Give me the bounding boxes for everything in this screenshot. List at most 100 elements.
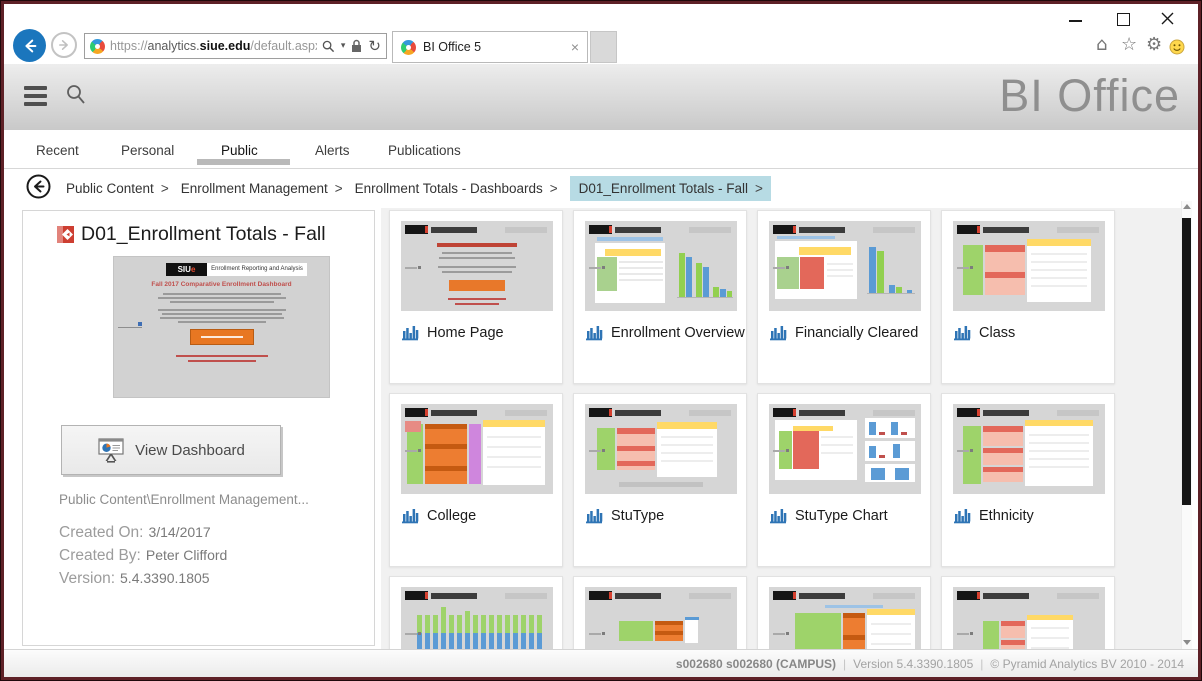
version-label: Version:	[59, 570, 115, 588]
bar-chart-icon	[586, 508, 603, 524]
breadcrumb-separator: >	[161, 181, 169, 196]
search-dropdown-caret-icon[interactable]: ▾	[341, 42, 346, 51]
window-maximize-icon[interactable]	[1117, 13, 1130, 26]
search-icon[interactable]	[322, 40, 335, 53]
created-by-row: Created By:Peter Clifford	[59, 547, 227, 565]
created-on-value: 3/14/2017	[148, 524, 210, 540]
dashboard-title: D01_Enrollment Totals - Fall	[81, 223, 326, 246]
bar-chart-icon	[954, 325, 971, 341]
scrollbar-down-arrow[interactable]	[1183, 640, 1191, 645]
site-favicon	[90, 39, 105, 54]
tile-financially-cleared[interactable]: Financially Cleared	[757, 210, 931, 384]
bar-chart-icon	[402, 325, 419, 341]
menu-hamburger-icon[interactable]	[24, 86, 47, 106]
tile-ethnicity[interactable]: Ethnicity	[941, 393, 1115, 567]
tile-thumbnail	[769, 221, 921, 311]
tile-thumbnail	[953, 587, 1105, 649]
tile-thumbnail	[401, 404, 553, 494]
content-area: D01_Enrollment Totals - Fall SIUe Enroll…	[4, 208, 1198, 649]
dashboard-tile-grid: Home Page Enrollment Overview Financiall…	[389, 210, 1115, 649]
status-bar: s002680 s002680 (CAMPUS) | Version 5.4.3…	[4, 649, 1198, 677]
bar-chart-icon	[402, 508, 419, 524]
preview-text-line	[170, 301, 274, 303]
tab-public[interactable]: Public	[221, 143, 258, 158]
status-copyright: © Pyramid Analytics BV 2010 - 2014	[990, 657, 1184, 671]
tile-row3-2[interactable]	[573, 576, 747, 649]
preview-orange-button	[190, 329, 254, 345]
tile-college[interactable]: College	[389, 393, 563, 567]
tile-thumbnail	[953, 404, 1105, 494]
home-icon[interactable]: ⌂	[1096, 36, 1107, 54]
settings-gear-icon[interactable]: ⚙	[1146, 36, 1162, 54]
created-by-value: Peter Clifford	[146, 547, 227, 563]
tab-favicon	[401, 40, 416, 55]
tab-alerts[interactable]: Alerts	[315, 143, 350, 158]
preview-text-line	[158, 297, 286, 299]
dashboard-preview-thumbnail[interactable]: SIUe Enrollment Reporting and Analysis F…	[113, 256, 330, 398]
tile-thumbnail	[585, 221, 737, 311]
window-minimize-icon[interactable]	[1069, 20, 1082, 22]
tile-thumbnail	[401, 587, 553, 649]
browser-forward-button[interactable]	[51, 32, 77, 58]
bar-chart-icon	[770, 325, 787, 341]
scrollbar-up-arrow[interactable]	[1183, 204, 1191, 209]
preview-footer-line	[188, 360, 256, 362]
siue-logo: SIUe	[166, 263, 207, 276]
browser-back-button[interactable]	[13, 29, 46, 62]
tile-label: College	[427, 508, 476, 524]
tile-thumbnail	[953, 221, 1105, 311]
tile-home-page[interactable]: Home Page	[389, 210, 563, 384]
scrollbar-thumb[interactable]	[1182, 218, 1191, 505]
tab-close-icon[interactable]: ×	[571, 39, 579, 55]
tile-stutype-chart[interactable]: StuType Chart	[757, 393, 931, 567]
tile-class[interactable]: Class	[941, 210, 1115, 384]
forward-arrow-icon	[57, 38, 71, 52]
breadcrumb-item-public-content[interactable]: Public Content	[66, 181, 154, 196]
preview-headline: Fall 2017 Comparative Enrollment Dashboa…	[114, 281, 329, 288]
tile-row3-3[interactable]	[757, 576, 931, 649]
favorites-star-icon[interactable]: ☆	[1121, 36, 1137, 54]
tab-personal[interactable]: Personal	[121, 143, 174, 158]
tile-row3-4[interactable]	[941, 576, 1115, 649]
version-row: Version: 5.4.3390.1805	[59, 570, 210, 588]
active-tab-indicator	[197, 159, 290, 165]
tile-label: Class	[979, 325, 1015, 341]
feedback-smiley-icon[interactable]	[1169, 39, 1185, 55]
address-bar[interactable]: https://analytics.siue.edu/default.aspx …	[84, 33, 387, 59]
status-separator: |	[980, 657, 983, 671]
breadcrumb-item-enrollment-management[interactable]: Enrollment Management	[181, 181, 328, 196]
view-dashboard-button[interactable]: View Dashboard	[61, 425, 281, 475]
tile-thumbnail	[585, 404, 737, 494]
tile-row3-1[interactable]	[389, 576, 563, 649]
status-user: s002680 s002680 (CAMPUS)	[676, 657, 836, 671]
tab-recent[interactable]: Recent	[36, 143, 79, 158]
created-on-label: Created On:	[59, 524, 143, 542]
status-version: Version 5.4.3390.1805	[853, 657, 973, 671]
app-search-icon[interactable]	[64, 83, 88, 107]
browser-tab[interactable]: BI Office 5 ×	[392, 31, 588, 63]
version-value: 5.4.3390.1805	[120, 570, 210, 586]
tile-stutype[interactable]: StuType	[573, 393, 747, 567]
preview-slicer-widget	[118, 320, 142, 328]
breadcrumb-separator: >	[550, 181, 558, 196]
tab-title: BI Office 5	[423, 40, 564, 54]
tab-publications[interactable]: Publications	[388, 143, 461, 158]
tile-label: Enrollment Overview	[611, 325, 745, 341]
breadcrumb-item-enrollment-totals-dashboards[interactable]: Enrollment Totals - Dashboards	[355, 181, 543, 196]
back-arrow-icon	[21, 37, 39, 55]
lock-icon	[351, 39, 362, 53]
tile-enrollment-overview[interactable]: Enrollment Overview	[573, 210, 747, 384]
app-logo: BI Office	[999, 70, 1180, 122]
preview-text-line	[158, 309, 286, 311]
bar-chart-icon	[954, 508, 971, 524]
refresh-icon[interactable]: ↻	[368, 39, 381, 54]
preview-brand-text: Enrollment Reporting and Analysis	[207, 263, 307, 276]
new-tab-button[interactable]	[590, 31, 617, 63]
preview-footer-line	[176, 355, 268, 357]
window-close-icon[interactable]	[1160, 11, 1175, 26]
breadcrumb-item-current[interactable]: D01_Enrollment Totals - Fall >	[570, 176, 771, 201]
breadcrumb-back-icon[interactable]	[26, 174, 51, 199]
url-text[interactable]: https://analytics.siue.edu/default.aspx	[110, 39, 317, 53]
tile-label: StuType Chart	[795, 508, 888, 524]
dashboard-red-icon	[57, 226, 74, 243]
